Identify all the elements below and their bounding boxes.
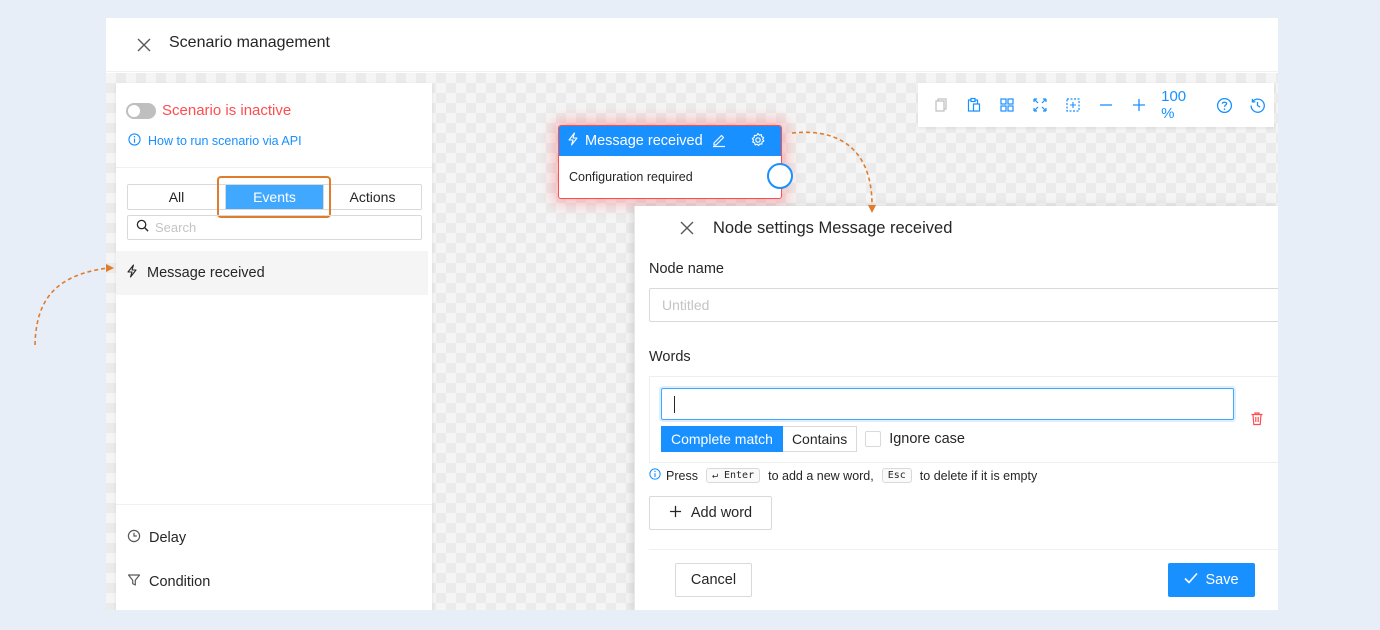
divider [116, 167, 432, 168]
trash-icon[interactable] [1250, 411, 1264, 431]
help-icon[interactable] [1208, 88, 1241, 122]
text-caret [674, 396, 675, 413]
clock-icon [127, 529, 141, 547]
window-header: Scenario management [106, 18, 1278, 72]
node-header: Message received [559, 126, 781, 156]
api-link-label: How to run scenario via API [148, 134, 302, 148]
node-title: Message received [585, 133, 703, 149]
ignore-case-checkbox[interactable] [865, 431, 882, 447]
node-type-tabs: All Events Actions [127, 184, 422, 210]
history-icon[interactable] [1241, 88, 1274, 122]
ignore-case-option[interactable]: Ignore case [865, 431, 965, 447]
list-item-label: Message received [147, 265, 265, 281]
annotation-arrow-left [34, 267, 109, 346]
node-sidebar: Scenario is inactive How to run scenario… [116, 83, 432, 610]
node-output-port[interactable] [767, 163, 793, 189]
paste-icon[interactable] [958, 88, 991, 122]
words-label: Words [649, 349, 691, 365]
canvas-toolbar: 100 % [918, 83, 1274, 127]
plus-icon [669, 505, 682, 522]
fit-icon[interactable] [1024, 88, 1057, 122]
hint-text: to delete if it is empty [919, 468, 1038, 483]
search-box [127, 215, 422, 240]
search-icon [136, 219, 149, 237]
add-word-label: Add word [690, 505, 753, 521]
node-settings-panel: Node settings Message received Node name… [634, 206, 1278, 610]
hint-text: to add a new word, [768, 468, 874, 483]
contains-button[interactable]: Contains [782, 426, 858, 452]
cancel-button[interactable]: Cancel [675, 563, 752, 597]
tab-events[interactable]: Events [226, 185, 324, 209]
zoom-level[interactable]: 100 % [1155, 88, 1208, 122]
zoom-in-icon[interactable] [1122, 88, 1155, 122]
panel-title: Node settings Message received [713, 219, 953, 237]
filter-icon [127, 573, 141, 591]
window-title: Scenario management [169, 34, 330, 51]
sidebar-item-label: Condition [149, 574, 211, 590]
divider [649, 549, 1278, 550]
list-item-message-received[interactable]: Message received [116, 251, 428, 295]
scenario-canvas[interactable]: Scenario is inactive How to run scenario… [106, 73, 1278, 610]
select-area-icon[interactable] [1057, 88, 1090, 122]
flow-node-message-received[interactable]: Message received Configuration required [558, 125, 793, 199]
sidebar-item-condition[interactable]: Condition [127, 573, 210, 591]
sidebar-item-delay[interactable]: Delay [127, 529, 186, 547]
zoom-out-icon[interactable] [1089, 88, 1122, 122]
node-name-input[interactable] [649, 288, 1278, 322]
keyboard-hint: Press ↵ Enter to add a new word, Esc to … [649, 468, 1037, 483]
info-icon [128, 133, 141, 149]
scenario-window: Scenario management Scenario is inactive… [106, 18, 1278, 610]
word-entry: Complete match Contains Ignore case [649, 376, 1278, 463]
search-input[interactable] [155, 220, 405, 235]
status-row: Scenario is inactive [126, 102, 291, 119]
save-label: Save [1205, 572, 1239, 588]
close-icon[interactable] [677, 218, 697, 238]
tab-actions[interactable]: Actions [324, 185, 421, 209]
info-icon [649, 468, 661, 483]
sidebar-item-label: Delay [149, 530, 187, 546]
grid-icon[interactable] [991, 88, 1024, 122]
tab-all[interactable]: All [128, 185, 226, 209]
node-name-label: Node name [649, 261, 724, 277]
node-status: Configuration required [569, 170, 693, 184]
copy-icon[interactable] [925, 88, 958, 122]
close-icon[interactable] [134, 35, 154, 55]
scenario-toggle[interactable] [126, 102, 156, 119]
word-input[interactable] [661, 388, 1234, 420]
complete-match-button[interactable]: Complete match [661, 426, 783, 452]
lightning-icon [126, 264, 138, 282]
divider [116, 504, 432, 505]
status-label: Scenario is inactive [162, 102, 292, 119]
check-icon [1184, 572, 1199, 588]
hint-text: Press [666, 468, 698, 483]
edit-icon[interactable] [711, 132, 727, 153]
api-help-link[interactable]: How to run scenario via API [128, 133, 302, 149]
match-options: Complete match Contains Ignore case [661, 426, 965, 452]
save-button[interactable]: Save [1168, 563, 1255, 597]
lightning-icon [567, 132, 579, 150]
esc-key: Esc [881, 468, 912, 483]
add-word-button[interactable]: Add word [649, 496, 772, 530]
gear-icon[interactable] [750, 132, 766, 153]
enter-key: ↵ Enter [705, 468, 761, 483]
ignore-case-label: Ignore case [889, 431, 965, 447]
